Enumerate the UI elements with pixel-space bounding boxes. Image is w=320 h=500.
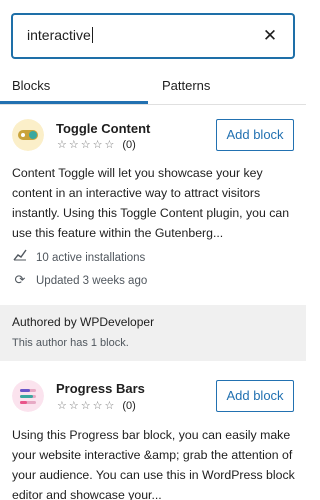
plugin-title[interactable]: Toggle Content — [56, 121, 150, 136]
progress-bars-plugin-icon — [12, 380, 44, 412]
search-field[interactable]: interactive ✕ — [12, 14, 294, 58]
clear-search-button[interactable]: ✕ — [259, 25, 281, 47]
last-updated: ⟳ Updated 3 weeks ago — [12, 272, 148, 288]
chart-line-icon — [12, 249, 28, 264]
rating-count: (0) — [122, 400, 136, 412]
plugin-description: Using this Progress bar block, you can e… — [12, 428, 295, 500]
author-title: Authored by WPDeveloper — [12, 315, 155, 329]
toggle-content-plugin-icon — [12, 119, 44, 151]
updated-text: Updated 3 weeks ago — [36, 275, 148, 287]
active-tab-indicator — [0, 101, 148, 104]
close-icon: ✕ — [262, 26, 278, 45]
text-caret — [91, 27, 93, 43]
star-rating: ☆☆☆☆☆ (0) — [57, 138, 136, 151]
search-input-value: interactive — [27, 27, 91, 43]
inserter-tabs: Blocks Patterns — [0, 68, 306, 105]
star-icons: ☆☆☆☆☆ — [57, 139, 117, 151]
active-installations: 10 active installations — [12, 249, 145, 264]
installs-text: 10 active installations — [36, 252, 146, 264]
author-section: Authored by WPDeveloper This author has … — [0, 305, 306, 361]
add-block-button[interactable]: Add block — [216, 119, 294, 151]
tab-patterns[interactable]: Patterns — [162, 78, 210, 93]
star-rating: ☆☆☆☆☆ (0) — [57, 399, 136, 412]
plugin-title[interactable]: Progress Bars — [56, 381, 145, 396]
rating-count: (0) — [122, 139, 136, 151]
star-icons: ☆☆☆☆☆ — [57, 400, 117, 412]
add-block-button[interactable]: Add block — [216, 380, 294, 412]
author-subtitle: This author has 1 block. — [12, 337, 129, 349]
tab-blocks[interactable]: Blocks — [12, 78, 50, 93]
plugin-description: Content Toggle will let you showcase you… — [12, 166, 290, 240]
search-input[interactable]: interactive — [27, 27, 247, 43]
update-icon: ⟳ — [14, 272, 26, 287]
